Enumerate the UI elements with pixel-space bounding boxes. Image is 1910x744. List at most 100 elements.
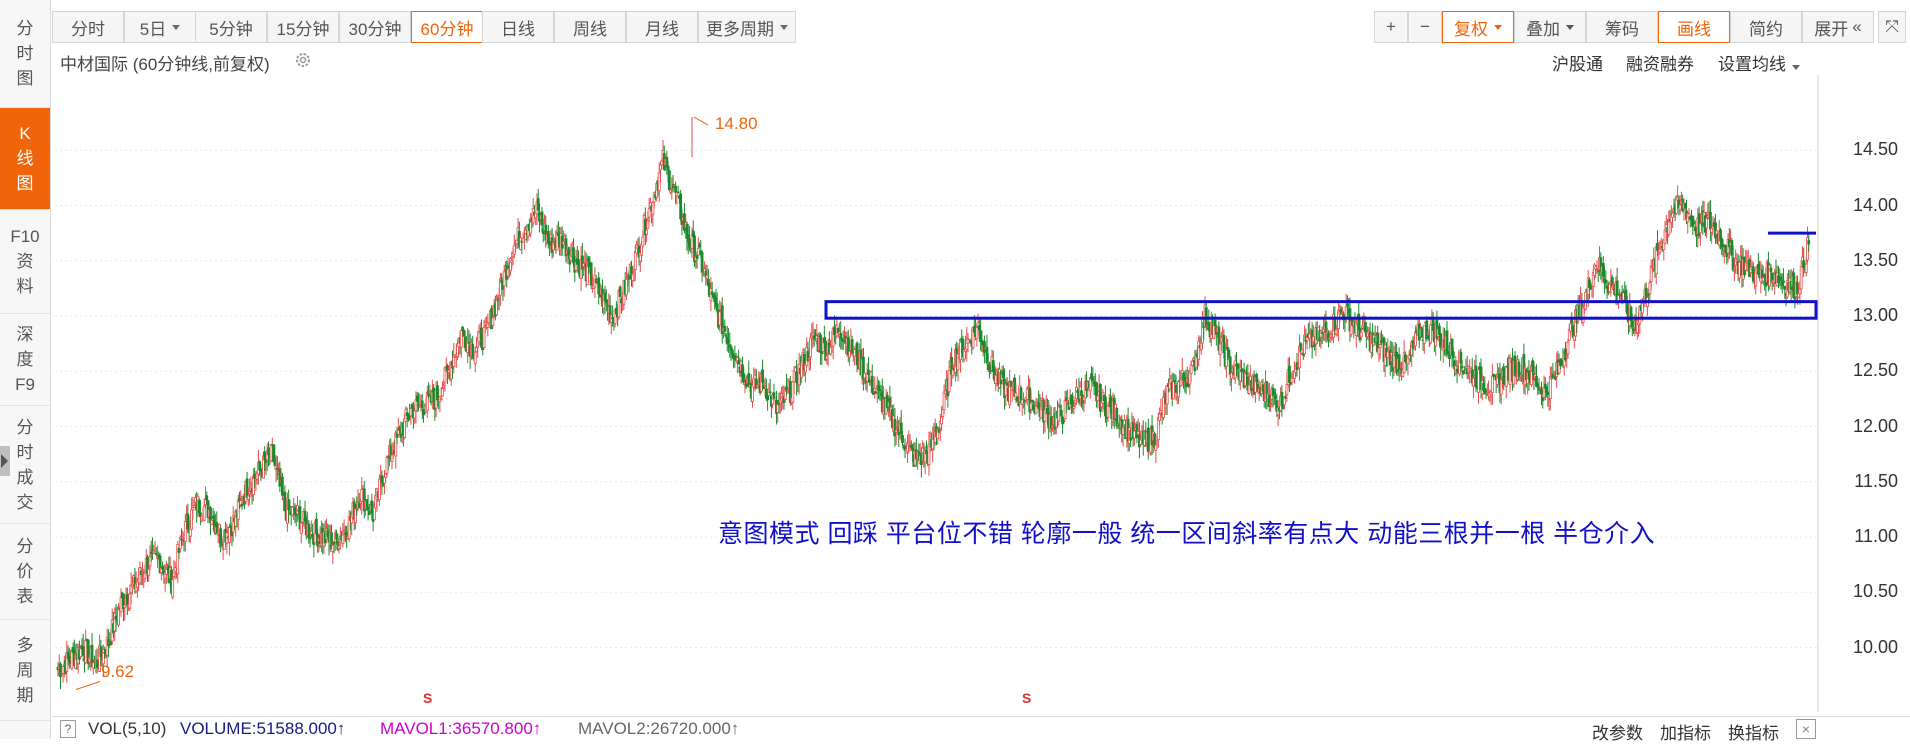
candle-body <box>497 298 501 301</box>
chip-distribution-button[interactable]: 筹码 <box>1586 11 1658 43</box>
candle-body <box>1109 397 1112 408</box>
candle-body <box>786 389 790 392</box>
candle-body <box>1571 325 1575 338</box>
period-tab-6[interactable]: 60分钟 <box>411 11 483 43</box>
candle-body <box>1228 356 1232 375</box>
candle-body <box>1798 288 1802 295</box>
candle-body <box>1658 248 1662 253</box>
candle-body <box>61 666 65 674</box>
period-tab-10[interactable]: 更多周期 <box>698 11 796 43</box>
candle-body <box>1499 379 1503 395</box>
vol-indicator-name: VOL(5,10) <box>88 719 167 738</box>
candle-body <box>940 416 943 425</box>
candle-body <box>1227 349 1231 358</box>
candle-body <box>70 650 74 669</box>
price-tick-label: 13.50 <box>1852 249 1898 270</box>
gear-icon[interactable] <box>295 52 311 68</box>
candle-body <box>410 404 414 409</box>
hugutong-link[interactable]: 沪股通 <box>1552 50 1603 75</box>
nav-item-1[interactable]: 分时图 <box>0 0 50 108</box>
price-tick-label: 11.50 <box>1854 470 1898 491</box>
candle-body <box>1177 381 1180 398</box>
switch-indicator-button[interactable]: 换指标 <box>1728 719 1779 744</box>
candle-body <box>1540 389 1543 394</box>
candle-body <box>1624 289 1628 301</box>
adjust-price-button[interactable]: 复权 <box>1442 11 1514 43</box>
nav-item-label: K <box>19 124 31 143</box>
candle-body <box>1572 335 1576 341</box>
period-tab-1[interactable]: 分时 <box>52 11 124 43</box>
candle-body <box>1319 330 1323 338</box>
period-tab-9[interactable]: 月线 <box>626 11 698 43</box>
candle-body <box>672 184 676 187</box>
period-tab-2[interactable]: 5日 <box>124 11 196 43</box>
expand-label: 展开 <box>1814 19 1849 39</box>
candle-body <box>439 398 443 401</box>
candle-body <box>723 325 727 332</box>
candle-body <box>975 327 979 340</box>
candle-body <box>1656 242 1659 252</box>
nav-item-label: 时 <box>16 442 34 462</box>
period-toolbar: 分时 5日 5分钟 15分钟 30分钟 60分钟 日线 周线 月线 更多周期 + − 复权 叠加 筹码 画线 简… <box>52 8 1910 46</box>
zoom-in-button[interactable]: + <box>1374 11 1408 43</box>
kline-chart[interactable] <box>52 46 1910 739</box>
candle-body <box>354 507 357 524</box>
candle-body <box>314 518 318 535</box>
period-tab-5[interactable]: 30分钟 <box>339 11 411 43</box>
candle-body <box>679 193 683 220</box>
nav-item-label: 资 <box>16 252 34 271</box>
candle-body <box>1285 384 1289 396</box>
candle-body <box>1096 395 1100 402</box>
overlay-button[interactable]: 叠加 <box>1514 11 1586 43</box>
period-tab-4[interactable]: 15分钟 <box>267 11 339 43</box>
candle-body <box>287 499 291 511</box>
nav-item-7[interactable]: 多周期 <box>0 620 50 721</box>
candle-body <box>1063 400 1067 420</box>
candle-body <box>1751 266 1755 282</box>
candle-body <box>1647 293 1651 296</box>
candle-body <box>273 457 277 466</box>
add-indicator-button[interactable]: 加指标 <box>1660 719 1711 744</box>
candle-body <box>390 454 394 462</box>
candle-body <box>1678 204 1682 210</box>
candle-body <box>1640 302 1644 314</box>
candle-body <box>1448 354 1451 360</box>
candle-body <box>1015 396 1019 402</box>
candle-body <box>1271 387 1275 396</box>
nav-item-2[interactable]: K线图 <box>0 108 50 210</box>
candle-body <box>366 506 370 511</box>
close-icon[interactable]: × <box>1796 719 1816 739</box>
candle-body <box>647 207 651 218</box>
fullscreen-icon[interactable]: ⤧ <box>1878 11 1906 43</box>
candle-body <box>651 202 655 216</box>
nav-item-3[interactable]: F10 资料 <box>0 210 50 314</box>
left-nav: 分时图 K 线图 F10 资料深度 F9 分时成交分价表多周期 <box>0 0 51 739</box>
candle-body <box>1295 362 1299 371</box>
nav-item-label: 图 <box>16 174 34 193</box>
candle-body <box>1536 383 1540 388</box>
set-ma-link[interactable]: 设置均线 <box>1718 50 1800 75</box>
candle-body <box>1745 263 1749 266</box>
candle-body <box>171 579 175 598</box>
price-tick-label: 10.00 <box>1852 636 1898 657</box>
period-tab-7[interactable]: 日线 <box>482 11 554 43</box>
candle-body <box>202 505 206 522</box>
candle-body <box>1059 409 1063 417</box>
simple-mode-button[interactable]: 简约 <box>1730 11 1802 43</box>
candle-body <box>506 268 510 277</box>
nav-item-6[interactable]: 分价表 <box>0 524 50 620</box>
candle-body <box>994 374 998 384</box>
edit-params-button[interactable]: 改参数 <box>1592 719 1643 744</box>
candle-body <box>441 388 444 397</box>
draw-line-button[interactable]: 画线 <box>1658 11 1730 43</box>
period-tab-3[interactable]: 5分钟 <box>195 11 267 43</box>
margin-trading-link[interactable]: 融资融券 <box>1626 50 1694 75</box>
candle-body <box>1161 396 1165 418</box>
nav-item-4[interactable]: 深度 F9 <box>0 314 50 406</box>
zoom-out-button[interactable]: − <box>1408 11 1442 43</box>
nav-collapse-toggle[interactable] <box>0 446 10 476</box>
candle-body <box>372 506 376 520</box>
period-tab-8[interactable]: 周线 <box>554 11 626 43</box>
help-icon[interactable]: ? <box>60 720 76 738</box>
expand-button[interactable]: 展开 « <box>1802 11 1874 43</box>
